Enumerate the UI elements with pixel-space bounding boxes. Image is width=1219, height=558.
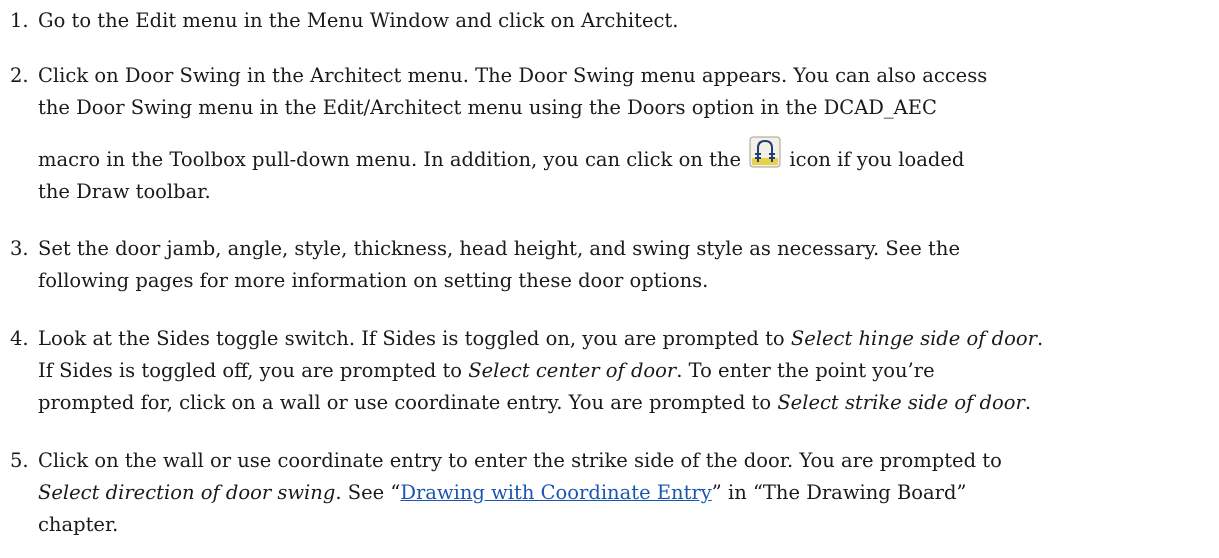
prompt-text: Select direction of door swing	[38, 481, 336, 504]
step-number: 1.	[10, 9, 29, 32]
door-swing-icon	[749, 136, 781, 168]
text-run: prompted for, click on a wall or use coo…	[38, 391, 778, 414]
coordinate-entry-link[interactable]: Drawing with Coordinate Entry	[400, 481, 711, 504]
text-run: .	[1036, 327, 1044, 350]
step-line: following pages for more information on …	[38, 269, 709, 292]
step-text: Go to the Edit menu in the Menu Window a…	[38, 9, 679, 32]
step-text-after-icon: icon if you loaded	[789, 148, 965, 171]
document-page: 1. Go to the Edit menu in the Menu Windo…	[0, 0, 1219, 558]
step-number: 4.	[10, 327, 29, 350]
step-line-with-icon: macro in the Toolbox pull-down menu. In …	[38, 124, 1210, 176]
text-run: Look at the Sides toggle switch. If Side…	[38, 327, 791, 350]
text-run: . To enter the point you’re	[676, 359, 935, 382]
step-line: Set the door jamb, angle, style, thickne…	[38, 237, 960, 260]
prompt-text: Select hinge side of door	[790, 327, 1037, 350]
step-line: the Draw toolbar.	[38, 180, 211, 203]
step-number: 5.	[10, 449, 29, 472]
step-4: 4. Look at the Sides toggle switch. If S…	[10, 323, 1210, 419]
prompt-text: Select center of door	[468, 359, 677, 382]
step-line: the Door Swing menu in the Edit/Architec…	[38, 96, 937, 119]
text-run: . See “	[335, 481, 401, 504]
step-line: chapter.	[38, 513, 119, 536]
text-run: If Sides is toggled off, you are prompte…	[38, 359, 469, 382]
step-text-before-icon: macro in the Toolbox pull-down menu. In …	[38, 148, 742, 171]
text-run: ” in “The Drawing Board”	[711, 481, 967, 504]
step-1: 1. Go to the Edit menu in the Menu Windo…	[10, 5, 1210, 37]
step-line: Click on the wall or use coordinate entr…	[38, 449, 1002, 472]
step-line: If Sides is toggled off, you are prompte…	[38, 355, 1210, 387]
step-number: 2.	[10, 64, 29, 87]
step-line: Click on Door Swing in the Architect men…	[38, 64, 988, 87]
step-2: 2. Click on Door Swing in the Architect …	[10, 60, 1210, 208]
step-line: prompted for, click on a wall or use coo…	[38, 387, 1210, 419]
prompt-text: Select strike side of door	[777, 391, 1025, 414]
step-line: Select direction of door swing. See “Dra…	[38, 477, 1210, 509]
step-line: Look at the Sides toggle switch. If Side…	[38, 323, 1210, 355]
step-number: 3.	[10, 237, 29, 260]
step-5: 5. Click on the wall or use coordinate e…	[10, 445, 1210, 541]
text-run: .	[1024, 391, 1032, 414]
step-3: 3. Set the door jamb, angle, style, thic…	[10, 233, 1210, 297]
